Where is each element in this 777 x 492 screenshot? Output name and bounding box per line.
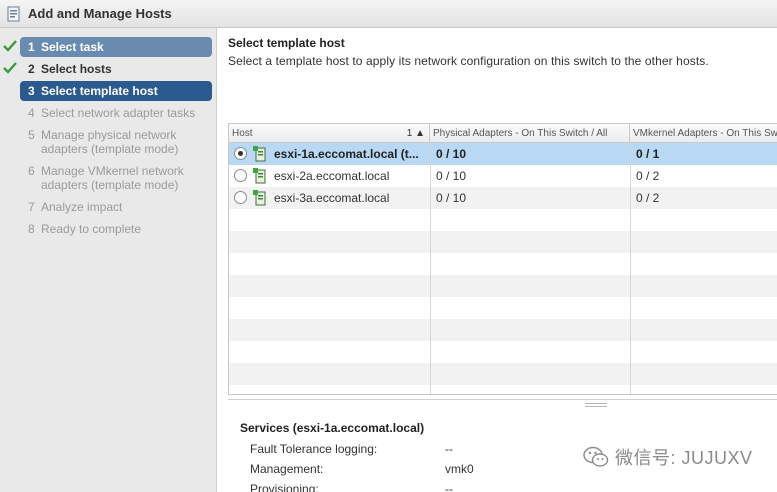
detail-label: Management: [250, 462, 324, 476]
radio-icon[interactable] [234, 147, 247, 160]
wizard-icon [7, 6, 20, 21]
step-label: Manage physical network adapters (templa… [41, 128, 179, 156]
pane-splitter[interactable] [228, 399, 777, 407]
empty-row [229, 341, 777, 363]
radio-icon[interactable] [234, 191, 247, 204]
wechat-icon [583, 446, 609, 467]
dialog-title: Add and Manage Hosts [28, 6, 172, 21]
column-divider [430, 143, 431, 394]
host-icon [253, 168, 266, 184]
details-title: Services (esxi-1a.eccomat.local) [240, 421, 425, 435]
step-label: Analyze impact [41, 200, 123, 214]
step-label: Select template host [41, 84, 158, 98]
empty-row [229, 363, 777, 385]
column-header-physical-adapters[interactable]: Physical Adapters - On This Switch / All [430, 124, 630, 143]
splitter-grip-icon[interactable] [585, 403, 607, 407]
column-label: VMkernel Adapters - On This Switch / All [633, 128, 777, 139]
step-manage-physical-adapters: 5 Manage physical network adapters (temp… [20, 125, 212, 159]
step-select-hosts[interactable]: 2 Select hosts [3, 59, 212, 79]
column-label: Physical Adapters - On This Switch / All [433, 128, 608, 139]
step-label: Ready to complete [41, 222, 142, 236]
step-number: 5 [28, 128, 35, 142]
step-label: Select network adapter tasks [41, 106, 196, 120]
detail-label: Provisioning: [250, 482, 319, 492]
step-number: 8 [28, 222, 35, 236]
column-divider [630, 143, 631, 394]
table-row[interactable]: esxi-2a.eccomat.local 0 / 10 0 / 2 [229, 165, 777, 187]
step-manage-vmkernel-adapters: 6 Manage VMkernel network adapters (temp… [20, 161, 212, 195]
empty-row [229, 253, 777, 275]
detail-value: vmk0 [445, 462, 474, 476]
step-number: 7 [28, 200, 35, 214]
vmkernel-adapters-value: 0 / 2 [636, 169, 660, 183]
wizard-steps-sidebar: 1 Select task 2 Select hosts 3 Select te… [0, 28, 217, 492]
host-name: esxi-2a.eccomat.local [274, 169, 390, 183]
step-label: Select hosts [41, 62, 112, 76]
empty-row [229, 231, 777, 253]
checkmark-icon [3, 62, 17, 74]
table-row[interactable]: esxi-3a.eccomat.local 0 / 10 0 / 2 [229, 187, 777, 209]
detail-label: Fault Tolerance logging: [250, 442, 378, 456]
vmkernel-adapters-value: 0 / 2 [636, 191, 660, 205]
radio-icon[interactable] [234, 169, 247, 182]
step-label: Select task [41, 40, 104, 54]
dialog-title-bar: Add and Manage Hosts [0, 0, 777, 28]
physical-adapters-value: 0 / 10 [436, 191, 467, 205]
detail-value: -- [445, 442, 453, 456]
step-select-network-adapter-tasks: 4 Select network adapter tasks [20, 103, 212, 123]
step-number: 4 [28, 106, 35, 120]
column-header-vmkernel-adapters[interactable]: VMkernel Adapters - On This Switch / All [630, 124, 777, 143]
physical-adapters-value: 0 / 10 [436, 169, 467, 183]
sort-indicator: 1 ▲ [406, 128, 425, 139]
host-name: esxi-3a.eccomat.local [274, 191, 390, 205]
column-header-host[interactable]: Host 1 ▲ [229, 124, 430, 143]
table-row[interactable]: esxi-1a.eccomat.local (t... 0 / 10 0 / 1 [229, 143, 777, 165]
step-analyze-impact: 7 Analyze impact [20, 197, 212, 217]
watermark: 微信号: JUJUXV [583, 444, 753, 470]
page-title: Select template host [228, 36, 345, 50]
empty-row [229, 297, 777, 319]
empty-row [229, 275, 777, 297]
step-number: 1 [28, 40, 35, 54]
grid-header: Host 1 ▲ Physical Adapters - On This Swi… [229, 124, 777, 143]
empty-row [229, 209, 777, 231]
host-name: esxi-1a.eccomat.local (t... [274, 147, 419, 161]
watermark-text: 微信号: JUJUXV [615, 448, 753, 468]
step-label: Manage VMkernel network adapters (templa… [41, 164, 184, 192]
page-description: Select a template host to apply its netw… [228, 54, 709, 68]
step-ready-to-complete: 8 Ready to complete [20, 219, 212, 239]
column-label: Host [232, 128, 253, 139]
detail-value: -- [445, 482, 453, 492]
step-select-task[interactable]: 1 Select task [3, 37, 212, 57]
step-number: 2 [28, 62, 35, 76]
step-number: 6 [28, 164, 35, 178]
checkmark-icon [3, 40, 17, 52]
vmkernel-adapters-value: 0 / 1 [636, 147, 660, 161]
host-icon [253, 190, 266, 206]
step-number: 3 [28, 84, 35, 98]
empty-row [229, 319, 777, 341]
physical-adapters-value: 0 / 10 [436, 147, 467, 161]
hosts-grid: Host 1 ▲ Physical Adapters - On This Swi… [228, 123, 777, 395]
step-select-template-host[interactable]: 3 Select template host [20, 81, 212, 101]
host-icon [253, 146, 266, 162]
main-content: Select template host Select a template h… [217, 28, 777, 492]
